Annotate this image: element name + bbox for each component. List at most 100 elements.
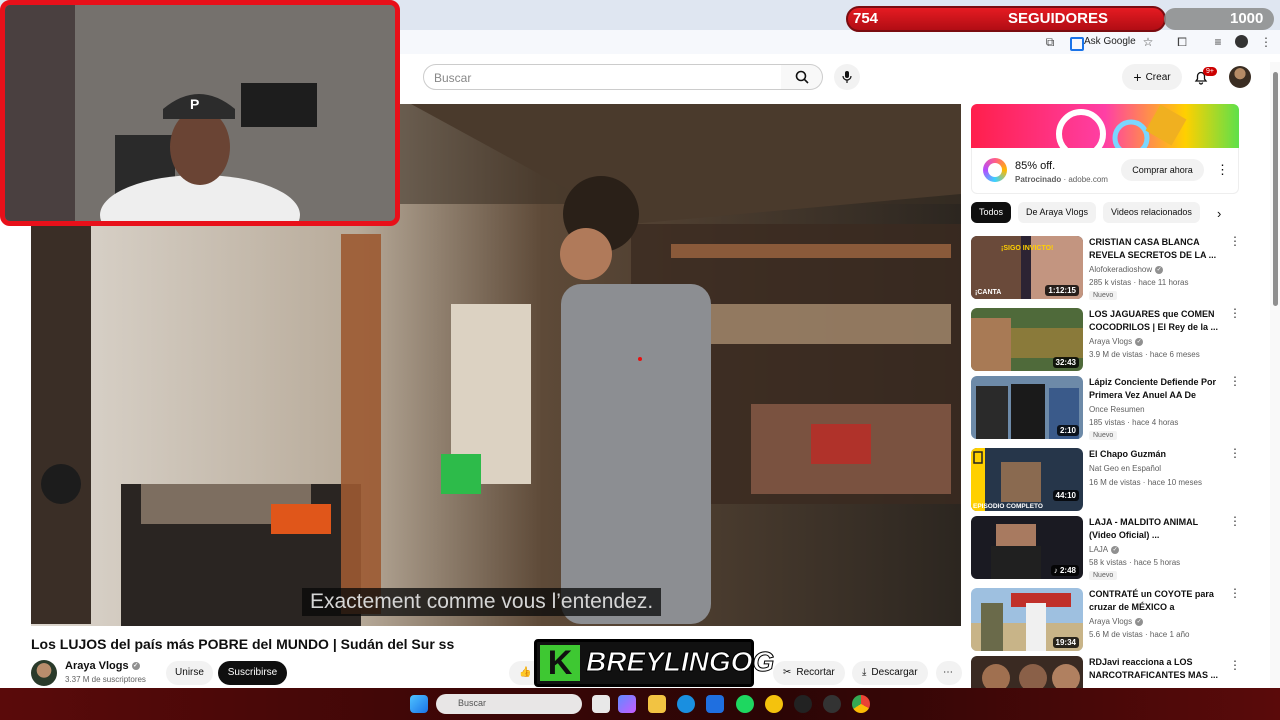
video-channel[interactable]: Once Resumen	[1089, 405, 1145, 414]
verified-icon: ✓	[1135, 337, 1144, 346]
new-badge: Nuevo	[1089, 431, 1118, 440]
video-title: Los LUJOS del país más POBRE del MUNDO |…	[31, 636, 455, 652]
search-input[interactable]: Buscar	[423, 64, 782, 90]
download-icon: ⤓	[862, 667, 867, 678]
video-thumbnail[interactable]: ¡SIGO INVICTO! ¡CANTA 1:12:15	[971, 236, 1083, 299]
more-vertical-icon[interactable]: ⋮	[1229, 307, 1241, 319]
chip-all[interactable]: Todos	[971, 202, 1012, 223]
video-channel[interactable]: Araya Vlogs ✓	[1089, 337, 1144, 346]
more-vertical-icon[interactable]: ⋮	[1229, 447, 1241, 459]
account-avatar[interactable]	[1229, 66, 1251, 88]
new-badge: Nuevo	[1089, 291, 1118, 300]
video-channel[interactable]: Alofokeradioshow ✓	[1089, 265, 1164, 274]
scrollbar-thumb[interactable]	[1273, 72, 1278, 306]
video-duration: 1:12:15	[1045, 285, 1079, 296]
app-icon[interactable]	[765, 695, 783, 713]
video-duration: 2:10	[1056, 425, 1079, 436]
task-view-icon[interactable]	[592, 695, 610, 713]
more-vertical-icon[interactable]: ⋮	[1229, 515, 1241, 527]
thumbnail-text: ¡SIGO INVICTO!	[1001, 245, 1053, 252]
copilot-icon[interactable]	[618, 695, 636, 713]
notifications-badge: 9+	[1203, 67, 1217, 76]
video-meta: 185 vistas · hace 4 horas	[1089, 418, 1179, 427]
download-label: Descargar	[871, 667, 918, 678]
creative-cloud-logo-icon	[983, 158, 1007, 182]
chrome-icon[interactable]	[852, 695, 870, 713]
verified-icon: ✓	[131, 662, 140, 671]
clip-button[interactable]: ✂ Recortar	[773, 661, 845, 685]
duration-text: 2:48	[1059, 566, 1076, 575]
cap-letter: P	[190, 96, 199, 112]
create-button[interactable]: + Crear	[1122, 64, 1182, 90]
video-title[interactable]: RDJavi reacciona a LOS NARCOTRAFICANTES …	[1089, 656, 1221, 681]
subscribe-button[interactable]: Suscribirse	[218, 661, 287, 685]
reading-list-icon[interactable]: ≡	[1210, 34, 1226, 50]
related-video[interactable]: ♪ 2:48 LAJA - MALDITO ANIMAL (Video Ofic…	[971, 515, 1251, 580]
video-thumbnail[interactable]: 19:34	[971, 588, 1083, 651]
file-explorer-icon[interactable]	[648, 695, 666, 713]
join-button[interactable]: Unirse	[166, 661, 213, 685]
plus-icon: +	[1133, 69, 1142, 85]
chip-related[interactable]: Videos relacionados	[1103, 202, 1200, 223]
video-channel[interactable]: LAJA ✓	[1089, 545, 1120, 554]
more-vertical-icon[interactable]: ⋮	[1229, 375, 1241, 387]
channel-text: Alofokeradioshow	[1089, 265, 1153, 274]
voice-search-button[interactable]	[834, 64, 860, 90]
related-video[interactable]: RDJavi reacciona a LOS NARCOTRAFICANTES …	[971, 656, 1251, 688]
video-thumbnail[interactable]: EPISODIO COMPLETO 44:10	[971, 448, 1083, 511]
ad-sponsored-line: Patrocinado · adobe.com	[1015, 175, 1108, 184]
search-button[interactable]	[781, 64, 823, 90]
related-video[interactable]: 32:43 LOS JAGUARES que COMEN COCODRILOS …	[971, 307, 1251, 372]
extensions-icon[interactable]: ⧠	[1174, 34, 1190, 50]
channel-text: LAJA	[1089, 545, 1109, 554]
video-title[interactable]: CRISTIAN CASA BLANCA REVELA SECRETOS DE …	[1089, 236, 1221, 261]
more-vertical-icon[interactable]: ⋮	[1229, 235, 1241, 247]
video-thumbnail[interactable]: 32:43	[971, 308, 1083, 371]
taskbar-search[interactable]: Buscar	[436, 694, 582, 714]
video-channel[interactable]: Araya Vlogs ✓	[1089, 617, 1144, 626]
video-title[interactable]: Lápiz Conciente Defiende Por Primera Vez…	[1089, 376, 1221, 402]
more-horizontal-icon: ⋯	[943, 667, 953, 678]
ad-more-icon[interactable]: ⋮	[1216, 162, 1229, 178]
ad-banner-image[interactable]	[971, 104, 1239, 148]
more-vertical-icon[interactable]: ⋮	[1229, 659, 1241, 671]
video-meta: 285 k vistas · hace 11 horas	[1089, 278, 1189, 287]
download-button[interactable]: ⤓ Descargar	[852, 661, 928, 685]
video-title[interactable]: LAJA - MALDITO ANIMAL (Video Oficial) ..…	[1089, 516, 1221, 541]
browser-profile-avatar[interactable]	[1235, 35, 1248, 48]
video-meta: 58 k vistas · hace 5 horas	[1089, 558, 1181, 567]
video-title[interactable]: LOS JAGUARES que COMEN COCODRILOS | El R…	[1089, 308, 1221, 333]
related-video[interactable]: ¡SIGO INVICTO! ¡CANTA 1:12:15 CRISTIAN CAS…	[971, 235, 1251, 300]
edge-icon[interactable]	[677, 695, 695, 713]
sponsored-label: Patrocinado	[1015, 175, 1062, 184]
windows-start-icon[interactable]	[410, 695, 428, 713]
video-title[interactable]: El Chapo Guzmán	[1089, 448, 1221, 461]
bookmark-star-icon[interactable]: ☆	[1140, 34, 1156, 50]
webcam-feed: P	[5, 5, 395, 221]
cast-icon[interactable]: ⧉	[1042, 34, 1058, 50]
webcam-overlay: P	[0, 0, 400, 226]
related-video[interactable]: 2:10 Lápiz Conciente Defiende Por Primer…	[971, 375, 1251, 440]
more-actions-button[interactable]: ⋯	[936, 661, 962, 685]
app-icon[interactable]	[823, 695, 841, 713]
related-video[interactable]: 19:34 CONTRATÉ un COYOTE para cruzar de …	[971, 587, 1251, 652]
store-icon[interactable]	[706, 695, 724, 713]
obs-icon[interactable]	[794, 695, 812, 713]
video-title[interactable]: CONTRATÉ un COYOTE para cruzar de MÉXICO…	[1089, 588, 1221, 614]
channel-name[interactable]: Araya Vlogs ✓	[65, 660, 140, 672]
related-video[interactable]: EPISODIO COMPLETO 44:10 El Chapo Guzmán N…	[971, 447, 1251, 512]
more-vertical-icon[interactable]: ⋮	[1229, 587, 1241, 599]
ask-google-button[interactable]: Ask Google	[1064, 33, 1144, 51]
spotify-icon[interactable]	[736, 695, 754, 713]
chip-from-channel[interactable]: De Araya Vlogs	[1018, 202, 1097, 223]
video-channel[interactable]: Nat Geo en Español	[1089, 464, 1161, 473]
channel-avatar[interactable]	[31, 660, 57, 686]
video-caption: Exactement comme vous l’entendez.	[302, 588, 662, 616]
browser-menu-icon[interactable]: ⋮	[1258, 34, 1274, 50]
video-thumbnail[interactable]: 2:10	[971, 376, 1083, 439]
video-thumbnail[interactable]: ♪ 2:48	[971, 516, 1083, 579]
verified-icon: ✓	[1111, 545, 1120, 554]
ad-cta-button[interactable]: Comprar ahora	[1121, 159, 1204, 181]
video-thumbnail[interactable]	[971, 656, 1083, 688]
chevron-right-icon[interactable]: ›	[1217, 206, 1221, 221]
